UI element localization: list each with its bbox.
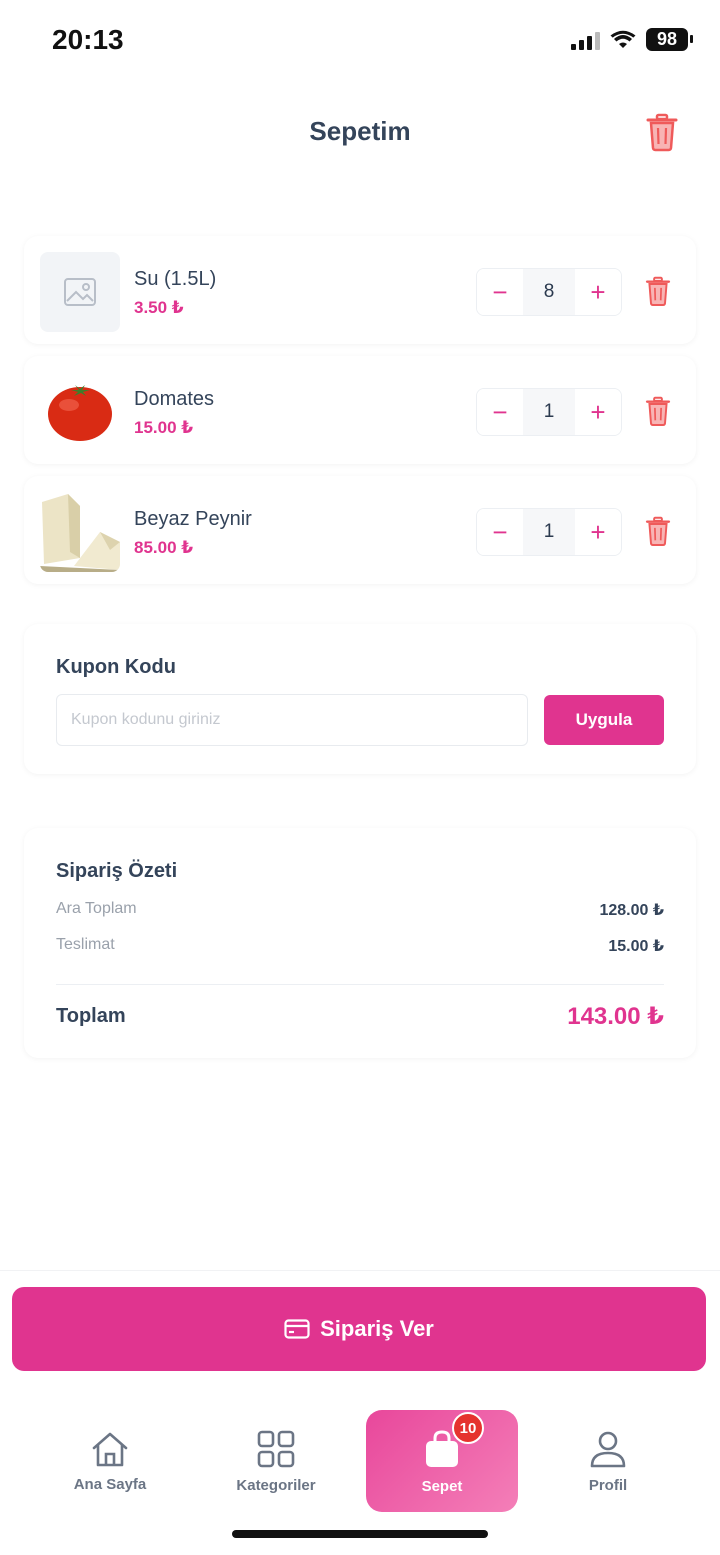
total-label: Toplam — [56, 1005, 126, 1027]
trash-icon — [645, 396, 671, 426]
quantity-value: 8 — [523, 269, 575, 315]
delivery-label: Teslimat — [56, 936, 115, 953]
trash-icon — [645, 516, 671, 546]
increase-button[interactable]: + — [575, 389, 621, 435]
page-title: Sepetim — [309, 116, 411, 146]
summary-divider — [56, 984, 664, 985]
coupon-code-input[interactable] — [56, 694, 528, 746]
increase-button[interactable]: + — [575, 509, 621, 555]
tab-label: Ana Sayfa — [73, 1475, 147, 1493]
credit-card-icon — [284, 1319, 310, 1339]
subtotal-value: 128.00 ₺ — [599, 902, 664, 919]
coupon-title: Kupon Kodu — [56, 656, 176, 678]
white-cheese-image — [40, 494, 120, 572]
tomato-image — [48, 385, 112, 441]
status-time: 20:13 — [52, 24, 124, 55]
total-row: Toplam 143.00 ₺ — [56, 1002, 664, 1031]
place-order-label: Sipariş Ver — [320, 1316, 434, 1341]
decrease-button[interactable]: − — [477, 509, 523, 555]
cart-item: Domates 15.00 ₺ − 1 + — [24, 356, 696, 464]
wifi-icon — [610, 30, 636, 48]
clear-cart-button[interactable] — [644, 112, 680, 152]
remove-item-button[interactable] — [644, 274, 672, 308]
decrease-button[interactable]: − — [477, 269, 523, 315]
place-order-button[interactable]: Sipariş Ver — [12, 1287, 706, 1371]
remove-item-button[interactable] — [644, 394, 672, 428]
tab-profile[interactable]: Profil — [532, 1410, 684, 1512]
quantity-stepper: − 1 + — [476, 508, 622, 556]
product-name: Su (1.5L) — [134, 268, 217, 290]
quantity-stepper: − 1 + — [476, 388, 622, 436]
grid-icon — [257, 1430, 295, 1467]
status-icons: 98 — [571, 28, 693, 51]
battery-icon: 98 — [646, 28, 693, 51]
tab-categories[interactable]: Kategoriler — [200, 1410, 352, 1512]
status-bar: 20:13 98 — [0, 0, 720, 84]
product-name: Beyaz Peynir — [134, 508, 252, 530]
tab-label: Sepet — [421, 1477, 463, 1495]
apply-coupon-button[interactable]: Uygula — [544, 695, 664, 745]
checkout-bar: Sipariş Ver — [0, 1270, 720, 1386]
cart-list: Su (1.5L) 3.50 ₺ − 8 + Domates 15.00 ₺ −… — [24, 236, 696, 596]
cart-count-badge: 10 — [452, 1412, 484, 1444]
quantity-value: 1 — [523, 389, 575, 435]
tab-cart[interactable]: 10 Sepet — [366, 1410, 518, 1512]
product-price: 85.00 ₺ — [134, 538, 194, 557]
coupon-card: Kupon Kodu Uygula — [24, 624, 696, 774]
subtotal-label: Ara Toplam — [56, 900, 137, 917]
quantity-stepper: − 8 + — [476, 268, 622, 316]
product-image — [40, 492, 120, 572]
increase-button[interactable]: + — [575, 269, 621, 315]
quantity-value: 1 — [523, 509, 575, 555]
product-image — [40, 252, 120, 332]
product-price: 15.00 ₺ — [134, 418, 194, 437]
subtotal-row: Ara Toplam 128.00 ₺ — [56, 900, 664, 920]
user-icon — [590, 1431, 626, 1467]
home-icon — [92, 1432, 128, 1466]
delivery-value: 15.00 ₺ — [608, 938, 664, 955]
remove-item-button[interactable] — [644, 514, 672, 548]
tab-label: Profil — [588, 1476, 628, 1494]
header: Sepetim — [0, 96, 720, 172]
order-summary-card: Sipariş Özeti Ara Toplam 128.00 ₺ Teslim… — [24, 828, 696, 1058]
home-indicator — [232, 1530, 488, 1538]
product-price: 3.50 ₺ — [134, 298, 184, 317]
trash-icon — [646, 113, 678, 152]
total-value: 143.00 ₺ — [567, 1003, 664, 1030]
product-image — [40, 372, 120, 452]
bottom-tab-bar: Ana Sayfa Kategoriler 10 Sepet Profil — [0, 1394, 720, 1555]
tab-label: Kategoriler — [236, 1476, 316, 1494]
signal-icon — [571, 30, 600, 50]
summary-title: Sipariş Özeti — [56, 860, 178, 882]
delivery-row: Teslimat 15.00 ₺ — [56, 936, 664, 956]
product-name: Domates — [134, 388, 215, 410]
tab-home[interactable]: Ana Sayfa — [34, 1410, 186, 1512]
cart-item: Beyaz Peynir 85.00 ₺ − 1 + — [24, 476, 696, 584]
trash-icon — [645, 276, 671, 306]
decrease-button[interactable]: − — [477, 389, 523, 435]
cart-item: Su (1.5L) 3.50 ₺ − 8 + — [24, 236, 696, 344]
placeholder-image-icon — [64, 278, 96, 306]
